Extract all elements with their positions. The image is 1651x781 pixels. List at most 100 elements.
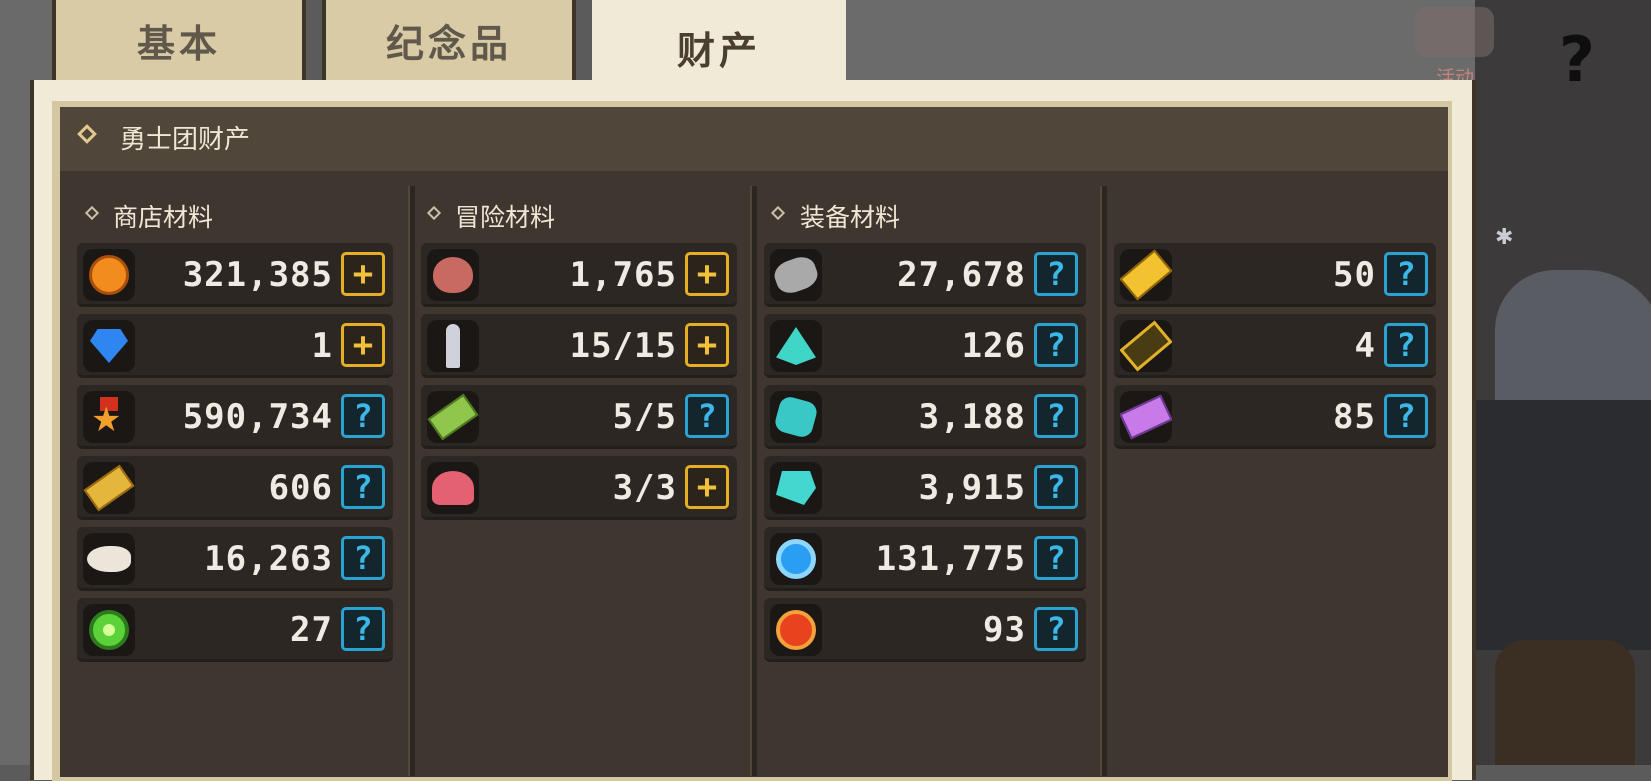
resource-value: 321,385 (182, 255, 333, 295)
resource-value: 3,188 (918, 397, 1026, 437)
question-icon: ? (353, 610, 373, 648)
resource-value: 1,765 (569, 255, 677, 295)
shell-icon (432, 471, 474, 505)
resource-icon-slot (427, 320, 479, 372)
question-icon: ? (1396, 255, 1416, 293)
plus-button[interactable]: + (341, 323, 385, 367)
lamp-decoration (1495, 640, 1635, 765)
plus-button[interactable]: + (685, 252, 729, 296)
resource-value: 93 (983, 610, 1026, 650)
question-icon[interactable]: ? (1552, 20, 1602, 100)
resource-icon-slot (83, 320, 135, 372)
resource-value: 50 (1333, 255, 1376, 295)
help-button[interactable]: ? (1034, 607, 1078, 651)
help-button[interactable]: ? (1034, 323, 1078, 367)
plus-icon: + (696, 467, 718, 507)
plus-button[interactable]: + (685, 465, 729, 509)
gold-ticket-icon (83, 464, 135, 512)
fish-icon (87, 546, 131, 572)
help-button[interactable]: ? (1034, 394, 1078, 438)
column-divider (408, 186, 415, 776)
column-divider (750, 186, 757, 776)
question-icon: ? (1046, 255, 1066, 293)
resource-icon-slot (1120, 391, 1172, 443)
resource-row: 3/3 + (421, 456, 737, 520)
help-button[interactable]: ? (341, 465, 385, 509)
event-icon (1414, 7, 1494, 57)
event-button[interactable]: 活动 (1400, 5, 1510, 89)
star-icon: ✱ (1495, 225, 1514, 250)
resource-row: 50? (1114, 243, 1436, 307)
tab-label: 纪念品 (385, 21, 512, 66)
question-icon: ? (1046, 539, 1066, 577)
resource-icon-slot (83, 533, 135, 585)
resource-icon-slot (770, 249, 822, 301)
meat-icon (433, 257, 473, 293)
resource-value: 1 (311, 326, 333, 366)
resource-icon-slot (427, 462, 479, 514)
background-top (845, 0, 1485, 80)
resource-value: 16,263 (204, 539, 333, 579)
tab-souvenir[interactable]: 纪念品 (322, 0, 576, 80)
help-button[interactable]: ? (1384, 394, 1428, 438)
help-button[interactable]: ? (341, 607, 385, 651)
resource-row: 27? (77, 598, 393, 662)
big-crystal-icon (776, 471, 816, 505)
resource-value: 126 (961, 326, 1026, 366)
resource-row: 1,765 + (421, 243, 737, 307)
blue-orb-icon (776, 539, 816, 579)
resource-value: 27 (290, 610, 333, 650)
tab-label: 财产 (676, 29, 761, 73)
resource-row: 4? (1114, 314, 1436, 378)
resource-value: 590,734 (182, 397, 333, 437)
question-icon: ? (353, 468, 373, 506)
resource-icon-slot (770, 462, 822, 514)
section-title-shop: 商店材料 (113, 203, 214, 232)
resource-icon-slot (83, 462, 135, 514)
resource-icon-slot (770, 320, 822, 372)
resource-value: 3/3 (612, 468, 677, 508)
help-button[interactable]: ? (1384, 252, 1428, 296)
plus-icon: + (352, 254, 374, 294)
resource-value: 5/5 (612, 397, 677, 437)
plus-button[interactable]: + (341, 252, 385, 296)
resource-value: 606 (268, 468, 333, 508)
resource-value: 3,915 (918, 468, 1026, 508)
help-button[interactable]: ? (1034, 252, 1078, 296)
resource-value: 85 (1333, 397, 1376, 437)
help-button[interactable]: ? (685, 394, 729, 438)
question-icon: ? (1046, 397, 1066, 435)
resource-icon-slot (83, 604, 135, 656)
panel-title: 勇士团财产 (120, 125, 251, 155)
plus-button[interactable]: + (685, 323, 729, 367)
tab-label: 基本 (136, 21, 221, 66)
blue-gem-icon (90, 329, 128, 363)
plus-icon: + (696, 325, 718, 365)
help-button[interactable]: ? (341, 394, 385, 438)
purple-ticket-icon (1120, 394, 1172, 440)
resource-icon-slot (770, 533, 822, 585)
resource-icon-slot (770, 391, 822, 443)
resource-icon-slot (427, 249, 479, 301)
help-button[interactable]: ? (341, 536, 385, 580)
gold-ticket-icon (1120, 249, 1172, 301)
resource-row: 3,188? (764, 385, 1086, 449)
resource-icon-slot (770, 604, 822, 656)
question-icon: ? (353, 539, 373, 577)
resource-row: 15/15 + (421, 314, 737, 378)
help-button[interactable]: ? (1034, 536, 1078, 580)
tab-basic[interactable]: 基本 (52, 0, 306, 80)
dark-ticket-icon (1120, 320, 1172, 372)
plus-icon: + (352, 325, 374, 365)
question-icon: ? (1046, 468, 1066, 506)
resource-value: 15/15 (569, 326, 677, 366)
resource-row: 321,385 + (77, 243, 393, 307)
resource-row: 606? (77, 456, 393, 520)
help-button[interactable]: ? (1384, 323, 1428, 367)
resource-row: 5/5? (421, 385, 737, 449)
resource-icon-slot (83, 391, 135, 443)
panel-header (60, 107, 1448, 171)
help-button[interactable]: ? (1034, 465, 1078, 509)
resource-row: 85? (1114, 385, 1436, 449)
medal-icon (90, 397, 128, 437)
